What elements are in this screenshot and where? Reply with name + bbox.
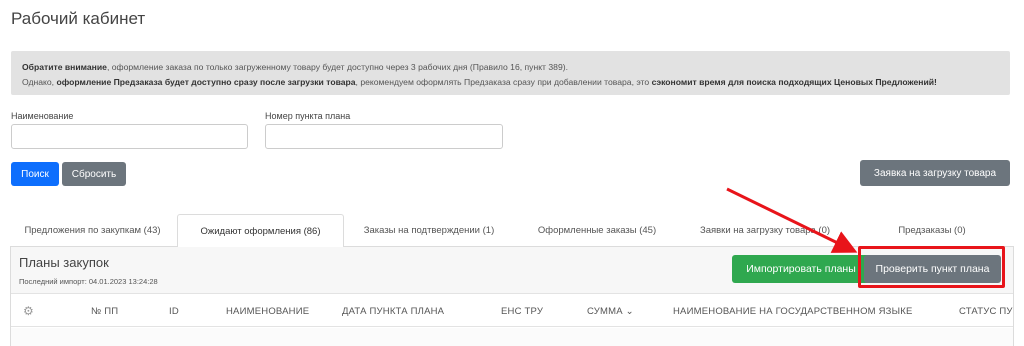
- notice-text: Однако,: [22, 77, 57, 87]
- notice-text: , рекомендуем оформлять Предзаказа сразу…: [355, 77, 652, 87]
- tab-awaiting-processing[interactable]: Ожидают оформления (86): [177, 214, 344, 248]
- notice-emphasis: Обратите внимание: [22, 62, 107, 72]
- notice-banner: Обратите внимание, оформление заказа по …: [11, 51, 1010, 95]
- column-header-plan-date[interactable]: ДАТА ПУНКТА ПЛАНА: [342, 306, 444, 317]
- last-import-timestamp: Последний импорт: 04.01.2023 13:24:28: [19, 277, 158, 286]
- plan-number-filter-label: Номер пункта плана: [265, 111, 351, 121]
- column-header-status[interactable]: СТАТУС ПУ: [959, 306, 1013, 317]
- table-header: ⚙ № ПП ID НАИМЕНОВАНИЕ ДАТА ПУНКТА ПЛАНА…: [11, 295, 1013, 327]
- column-header-ens-tru[interactable]: ЕНС ТРУ: [501, 306, 543, 317]
- panel-title: Планы закупок: [19, 255, 109, 270]
- annotation-highlight-box: [858, 246, 1005, 288]
- plan-number-filter-input[interactable]: [265, 124, 503, 149]
- tab-completed-orders[interactable]: Оформленные заказы (45): [514, 214, 680, 247]
- name-filter-input[interactable]: [11, 124, 248, 149]
- column-header-state-language-name[interactable]: НАИМЕНОВАНИЕ НА ГОСУДАРСТВЕННОМ ЯЗЫКЕ: [673, 306, 913, 317]
- tabs-bar: Предложения по закупкам (43) Ожидают офо…: [10, 214, 1014, 248]
- tab-upload-requests[interactable]: Заявки на загрузку товара (0): [682, 214, 848, 247]
- upload-request-button[interactable]: Заявка на загрузку товара: [860, 160, 1010, 186]
- notice-line-2: Однако, оформление Предзаказа будет дост…: [22, 75, 999, 90]
- page-title: Рабочий кабинет: [11, 9, 146, 28]
- tab-orders-pending-confirmation[interactable]: Заказы на подтверждении (1): [346, 214, 512, 247]
- search-button[interactable]: Поиск: [11, 162, 59, 186]
- notice-emphasis: оформление Предзаказа будет доступно сра…: [56, 77, 356, 87]
- notice-text: , оформление заказа по только загруженно…: [106, 62, 568, 72]
- gear-icon[interactable]: ⚙: [23, 304, 34, 318]
- notice-line-1: Обратите внимание, оформление заказа по …: [22, 60, 999, 75]
- import-plans-button[interactable]: Импортировать планы: [732, 255, 870, 283]
- column-header-name[interactable]: НАИМЕНОВАНИЕ: [226, 306, 309, 317]
- tab-preorders[interactable]: Предзаказы (0): [850, 214, 1014, 247]
- column-header-amount[interactable]: СУММА ⌄: [587, 306, 634, 317]
- column-header-id[interactable]: ID: [169, 306, 179, 317]
- column-header-plan-number[interactable]: № ПП: [91, 306, 118, 317]
- tab-purchase-proposals[interactable]: Предложения по закупкам (43): [10, 214, 175, 247]
- notice-emphasis: сэкономит время для поиска подходящих Це…: [651, 77, 937, 87]
- reset-button[interactable]: Сбросить: [62, 162, 126, 186]
- name-filter-label: Наименование: [11, 111, 74, 121]
- table-row: [11, 328, 1013, 346]
